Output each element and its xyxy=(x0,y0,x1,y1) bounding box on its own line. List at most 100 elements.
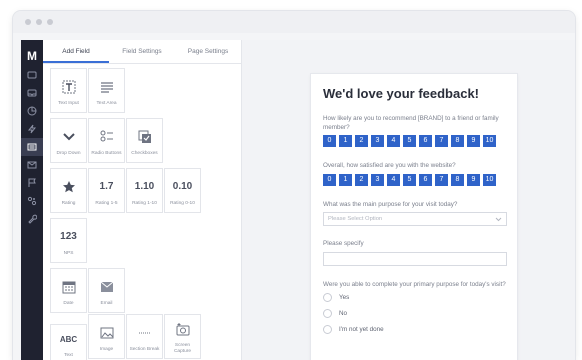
field-tile-date[interactable]: Date xyxy=(50,268,87,313)
tile-value: 1.7 xyxy=(99,181,114,192)
field-tile-section-break[interactable]: Section Break xyxy=(126,314,163,359)
scale-option-8[interactable]: 8 xyxy=(451,135,464,147)
scale-option-5[interactable]: 5 xyxy=(403,173,416,186)
scale-option-9[interactable]: 9 xyxy=(467,173,480,186)
question-purpose: What was the main purpose for your visit… xyxy=(323,200,458,208)
tile-label: Rating 1-5 xyxy=(95,200,118,206)
nav-settings[interactable] xyxy=(21,210,43,228)
field-tile-radio-buttons[interactable]: Radio Buttons xyxy=(88,118,125,163)
radio-list-icon xyxy=(100,130,113,141)
scale-option-3[interactable]: 3 xyxy=(371,135,384,147)
field-tile-checkboxes[interactable]: Checkboxes xyxy=(126,118,163,163)
scale-option-1[interactable]: 1 xyxy=(339,135,352,147)
scale-option-9[interactable]: 9 xyxy=(467,135,480,147)
purpose-select[interactable]: Please Select Option xyxy=(323,212,507,226)
radio-circle[interactable] xyxy=(323,325,332,334)
wrench-icon xyxy=(28,214,37,224)
field-tile-nps[interactable]: 123 NPS xyxy=(50,218,87,263)
scale-option-2[interactable]: 2 xyxy=(355,173,368,186)
tile-value: 123 xyxy=(60,231,77,242)
select-placeholder: Please Select Option xyxy=(328,216,383,222)
field-tile-screen-capture[interactable]: Screen Capture xyxy=(164,314,201,359)
tile-label: Email xyxy=(100,300,113,306)
chevron-down-icon xyxy=(495,217,502,222)
scale-option-5[interactable]: 5 xyxy=(403,135,416,147)
field-tile-rating-1-5[interactable]: 1.7 Rating 1-5 xyxy=(88,168,125,213)
nps-scale: 0 1 2 3 4 5 6 7 8 9 10 xyxy=(323,135,507,147)
radio-label: I'm not yet done xyxy=(339,326,384,333)
field-tile-rating[interactable]: Rating xyxy=(50,168,87,213)
chevron-down-icon xyxy=(62,132,75,140)
scale-option-7[interactable]: 7 xyxy=(435,135,448,147)
field-tile-text-area[interactable]: Text Area xyxy=(88,68,125,113)
tab-add-field[interactable]: Add Field xyxy=(43,40,109,63)
scale-option-10[interactable]: 10 xyxy=(483,173,496,186)
radio-option-not-done[interactable]: I'm not yet done xyxy=(323,325,507,334)
form-title: We'd love your feedback! xyxy=(323,86,480,101)
scale-option-3[interactable]: 3 xyxy=(371,173,384,186)
field-tile-rating-1-10[interactable]: 1.10 Rating 1-10 xyxy=(126,168,163,213)
scale-option-1[interactable]: 1 xyxy=(339,173,352,186)
scale-option-4[interactable]: 4 xyxy=(387,173,400,186)
nav-dashboard[interactable] xyxy=(21,66,43,84)
nav-messages[interactable] xyxy=(21,156,43,174)
tile-label: Screen Capture xyxy=(173,343,192,354)
nav-reports[interactable] xyxy=(21,102,43,120)
scale-option-8[interactable]: 8 xyxy=(451,173,464,186)
scale-option-0[interactable]: 0 xyxy=(323,135,336,147)
field-tile-rating-0-10[interactable]: 0.10 Rating 0-10 xyxy=(164,168,201,213)
dashboard-icon xyxy=(27,71,37,79)
scale-option-0[interactable]: 0 xyxy=(323,173,336,186)
calendar-icon xyxy=(62,281,75,293)
section-break-icon xyxy=(138,332,151,333)
form-preview-canvas: We'd love your feedback! How likely are … xyxy=(242,40,575,360)
app: M Add Field Field Settings Page Settings… xyxy=(21,40,575,360)
radio-circle[interactable] xyxy=(323,309,332,318)
nav-campaigns[interactable] xyxy=(21,174,43,192)
image-icon xyxy=(100,327,113,338)
field-tile-email[interactable]: Email xyxy=(88,268,125,313)
mail-icon xyxy=(27,161,37,169)
nav-activity[interactable] xyxy=(21,120,43,138)
scale-option-7[interactable]: 7 xyxy=(435,173,448,186)
tile-label: Text Area xyxy=(96,100,117,106)
tab-field-settings[interactable]: Field Settings xyxy=(109,40,175,63)
scale-option-10[interactable]: 10 xyxy=(483,135,496,147)
field-tile-image[interactable]: Image xyxy=(88,314,125,359)
window-maximize-dot[interactable] xyxy=(47,19,53,25)
scale-option-4[interactable]: 4 xyxy=(387,135,400,147)
scale-option-6[interactable]: 6 xyxy=(419,173,432,186)
question-specify: Please specify xyxy=(323,240,364,247)
tile-value: ABC xyxy=(59,334,78,344)
nav-inbox[interactable] xyxy=(21,84,43,102)
satisfaction-scale: 0 1 2 3 4 5 6 7 8 9 10 xyxy=(323,173,507,186)
scale-option-6[interactable]: 6 xyxy=(419,135,432,147)
question-recommend: How likely are you to recommend [BRAND] … xyxy=(323,115,499,131)
tile-label: Checkboxes xyxy=(131,150,158,156)
tile-label: Text xyxy=(64,353,73,358)
pie-chart-icon xyxy=(27,106,37,116)
field-tile-text-input[interactable]: Text Input xyxy=(50,68,87,113)
lightning-icon xyxy=(27,124,37,134)
radio-option-no[interactable]: No xyxy=(323,309,507,318)
tile-label: Text Input xyxy=(58,100,79,106)
feedback-form: We'd love your feedback! How likely are … xyxy=(311,74,517,360)
camera-icon xyxy=(176,323,189,336)
window-close-dot[interactable] xyxy=(25,19,31,25)
checkbox-icon xyxy=(138,130,151,143)
form-icon xyxy=(27,143,37,151)
window-minimize-dot[interactable] xyxy=(36,19,42,25)
tile-label: Radio Buttons xyxy=(91,150,122,156)
tile-value: 0.10 xyxy=(172,181,193,192)
scale-option-2[interactable]: 2 xyxy=(355,135,368,147)
nav-forms[interactable] xyxy=(21,138,43,156)
star-icon xyxy=(62,180,75,192)
field-tile-text[interactable]: ABC Text xyxy=(50,324,87,360)
radio-circle[interactable] xyxy=(323,293,332,302)
field-tile-drop-down[interactable]: Drop Down xyxy=(50,118,87,163)
specify-input[interactable] xyxy=(323,251,507,266)
tab-page-settings[interactable]: Page Settings xyxy=(175,40,241,63)
nav-integrations[interactable] xyxy=(21,192,43,210)
radio-option-yes[interactable]: Yes xyxy=(323,293,507,302)
inbox-icon xyxy=(27,89,37,97)
